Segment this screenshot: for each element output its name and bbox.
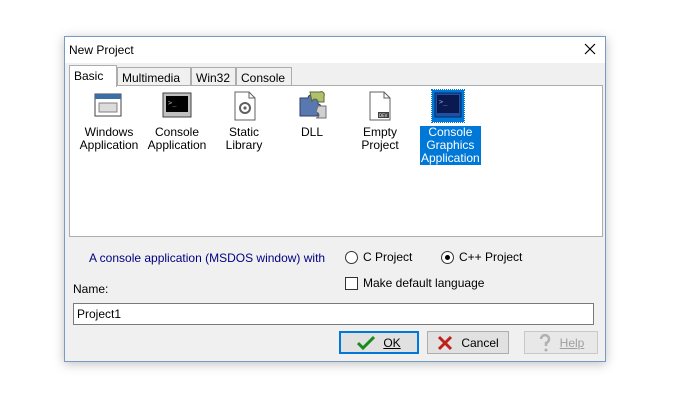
ok-button-label: OK [383,335,401,350]
tab-console[interactable]: Console [236,67,292,87]
ok-button[interactable]: OK [339,331,419,354]
template-list: Windows Application >_ Console Applicati… [69,85,603,237]
template-dll[interactable]: DLL [288,90,336,139]
template-label: Console Application [147,125,207,152]
template-empty-project[interactable]: DEV Empty Project [354,90,406,152]
cancel-button[interactable]: Cancel [427,331,509,354]
x-mark-icon [438,335,453,350]
dialog-title: New Project [69,43,134,57]
tab-label: Basic [74,69,104,83]
checkmark-icon [357,335,376,350]
checkbox-label: Make default language [363,276,485,290]
radio-label: C++ Project [459,250,523,264]
title-bar: New Project [65,37,605,63]
help-button[interactable]: Help [524,331,598,354]
template-label: Empty Project [361,125,399,152]
tab-label: Console [241,71,286,85]
radio-indicator [345,250,358,264]
console-graphics-application-icon: >_ [431,89,465,123]
checkbox-indicator [345,276,358,290]
help-button-label: Help [559,335,585,350]
c-project-radio[interactable]: C Project [345,249,412,265]
template-label: Windows Application [79,125,139,152]
svg-text:DEV: DEV [379,113,388,118]
template-label: Static Library [225,125,263,152]
make-default-language-checkbox[interactable]: Make default language [345,275,484,291]
radio-indicator [441,250,454,264]
project-name-input[interactable] [73,303,594,325]
tab-label: Multimedia [122,71,181,85]
svg-text:>_: >_ [439,98,448,106]
template-console-graphics-application[interactable]: >_ Console Graphics Application [420,89,481,165]
tab-multimedia[interactable]: Multimedia [117,67,191,87]
name-label: Name: [73,282,109,296]
console-application-icon: >_ [162,92,192,118]
dll-icon [299,91,327,119]
cpp-project-radio[interactable]: C++ Project [441,249,522,265]
tab-label: Win32 [196,71,231,85]
template-label: DLL [300,125,323,139]
close-icon [584,43,596,55]
static-library-icon [234,91,256,121]
template-static-library[interactable]: Static Library [210,90,278,152]
template-console-application[interactable]: >_ Console Application [144,90,210,152]
template-description: A console application (MSDOS window) wit… [89,251,326,265]
cancel-button-label: Cancel [461,335,499,350]
tab-basic[interactable]: Basic [69,65,117,87]
template-label: Console Graphics Application [420,125,481,165]
radio-label: C Project [363,250,413,264]
template-windows-application[interactable]: Windows Application [74,90,144,152]
empty-project-icon: DEV [369,91,391,121]
tab-win32[interactable]: Win32 [191,67,236,87]
new-project-dialog: New Project Basic Multimedia Win32 Conso… [64,36,606,362]
svg-text:>_: >_ [168,99,177,107]
question-mark-icon [539,333,550,351]
close-button[interactable] [575,37,605,63]
windows-application-icon [94,93,122,117]
